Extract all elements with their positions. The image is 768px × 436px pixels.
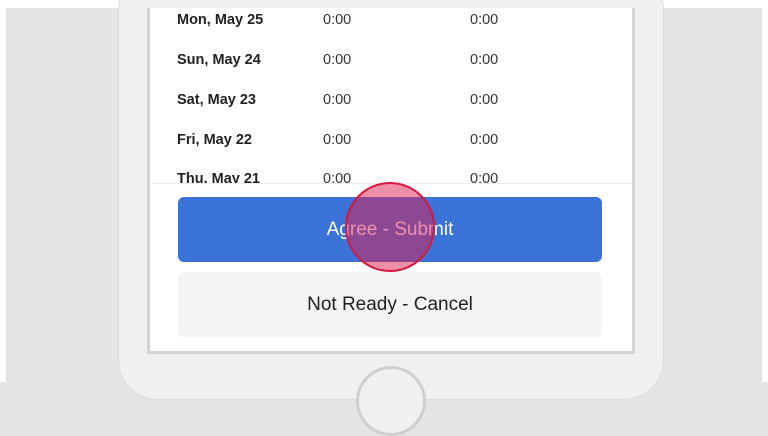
timesheet-row: Sun, May 24 0:00 0:00 [177, 52, 617, 76]
timesheet-row: Fri, May 22 0:00 0:00 [177, 132, 617, 156]
home-button[interactable] [356, 366, 426, 436]
row-hours-1: 0:00 [323, 12, 352, 28]
tap-indicator [345, 182, 435, 272]
row-hours-2: 0:00 [470, 12, 499, 28]
app-screen: Mon, May 25 0:00 0:00 Sun, May 24 0:00 0… [147, 8, 635, 354]
not-ready-cancel-button[interactable]: Not Ready - Cancel [178, 272, 602, 337]
row-date: Sat, May 23 [177, 92, 256, 108]
row-hours-2: 0:00 [470, 52, 499, 68]
timesheet-row: Sat, May 23 0:00 0:00 [177, 92, 617, 116]
row-hours-1: 0:00 [323, 132, 352, 148]
row-hours-1: 0:00 [323, 52, 352, 68]
right-backdrop [762, 8, 768, 382]
timesheet-row: Mon, May 25 0:00 0:00 [177, 12, 617, 36]
row-hours-2: 0:00 [470, 132, 499, 148]
row-hours-2: 0:00 [470, 92, 499, 108]
row-date: Sun, May 24 [177, 52, 261, 68]
row-hours-1: 0:00 [323, 92, 352, 108]
row-date: Mon, May 25 [177, 12, 264, 28]
row-date: Fri, May 22 [177, 132, 252, 148]
left-backdrop [0, 8, 6, 382]
